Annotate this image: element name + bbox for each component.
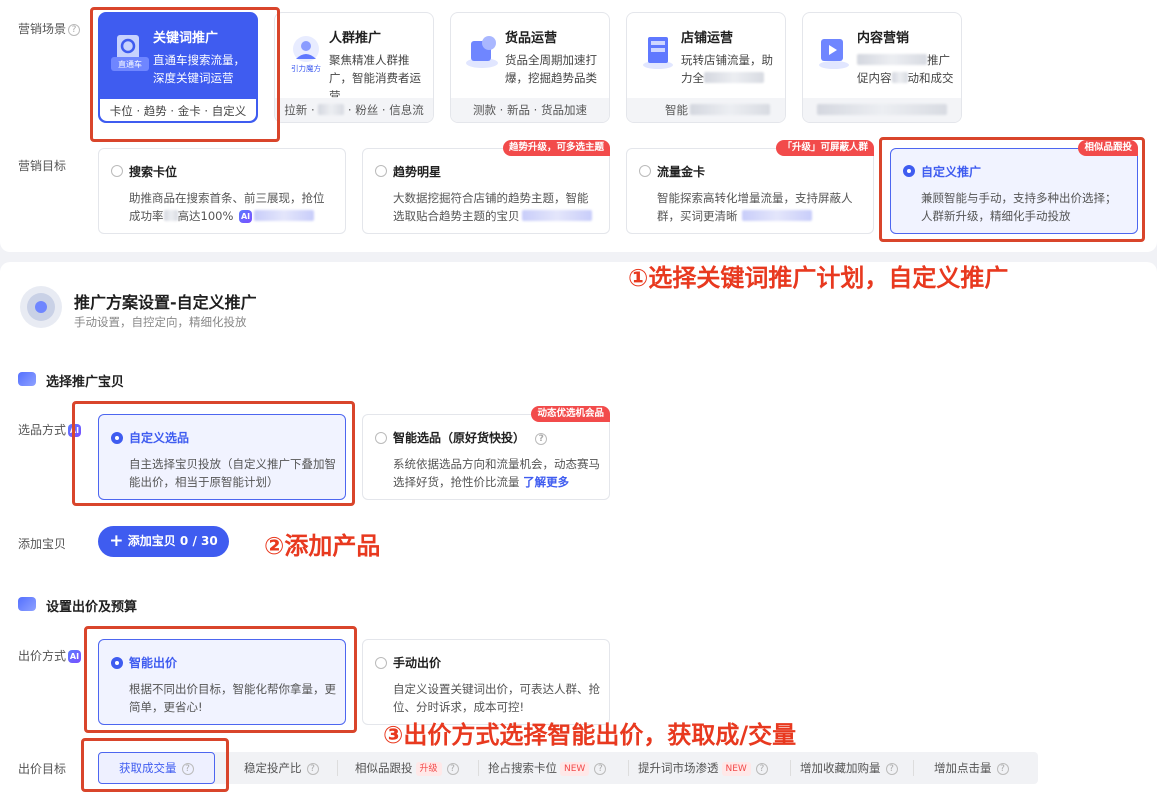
divider bbox=[628, 760, 629, 776]
scene-card-goods[interactable]: 货品运营 货品全周期加速打爆，挖掘趋势品类 测款 · 新品 · 货品加速 bbox=[450, 12, 610, 123]
radio-icon[interactable] bbox=[111, 165, 123, 177]
highlight-smart-bid bbox=[84, 626, 357, 733]
tab-stable-roi[interactable]: 稳定投产比? bbox=[244, 752, 319, 784]
scene-card-content[interactable]: 内容营销 推广 促内容 动和成交 bbox=[802, 12, 962, 123]
plus-icon: + bbox=[109, 531, 124, 551]
divider bbox=[337, 760, 338, 776]
svg-text:引力魔方: 引力魔方 bbox=[291, 63, 321, 73]
help-icon[interactable]: ? bbox=[885, 763, 898, 775]
radio-icon[interactable] bbox=[375, 165, 387, 177]
scene-card-store[interactable]: 店铺运营 玩转店铺流量，助力全 智能 bbox=[626, 12, 786, 123]
store-ops-icon bbox=[637, 31, 679, 73]
option-desc: 自定义设置关键词出价，可表达人群、抢位、分时诉求，成本可控! bbox=[393, 682, 600, 714]
help-icon[interactable]: ? bbox=[446, 763, 459, 775]
help-icon[interactable]: ? bbox=[594, 763, 607, 775]
option-smart-select[interactable]: 动态优选机会品 智能选品（原好货快投） ? 系统依据选品方向和流量机会，动态赛马… bbox=[362, 406, 610, 500]
scene-card-desc: 货品全周期加速打爆，挖掘趋势品类 bbox=[505, 53, 597, 85]
tab-search-slot[interactable]: 抢占搜索卡位 NEW? bbox=[488, 752, 607, 784]
plan-title: 推广方案设置-自定义推广 bbox=[74, 293, 257, 312]
tab-market-penetration[interactable]: 提升词市场渗透 NEW? bbox=[638, 752, 768, 784]
goal-tag: 「升级」可屏蔽人群 bbox=[776, 140, 874, 156]
annotation-1: ①选择关键词推广计划，自定义推广 bbox=[628, 264, 1009, 292]
scene-card-foot: 测款 · 新品 · 货品加速 bbox=[451, 98, 609, 122]
radio-icon[interactable] bbox=[375, 657, 387, 669]
option-title: 手动出价 bbox=[393, 656, 442, 670]
goal-title: 搜索卡位 bbox=[129, 165, 178, 179]
highlight-custom-select bbox=[72, 401, 355, 506]
scene-card-desc: 聚焦精准人群推广，智能消费者运营 bbox=[329, 53, 421, 103]
help-icon[interactable]: ? bbox=[755, 763, 768, 775]
divider bbox=[790, 760, 791, 776]
scene-card-foot: 拉新 · · 粉丝 · 信息流 bbox=[275, 98, 433, 122]
upgrade-tag: 升级 bbox=[415, 762, 442, 776]
learn-more-link[interactable]: 了解更多 bbox=[523, 475, 569, 489]
section-title-select: 选择推广宝贝 bbox=[46, 375, 125, 390]
ai-icon: AI bbox=[239, 210, 253, 223]
option-manual-bid[interactable]: 手动出价 自定义设置关键词出价，可表达人群、抢位、分时诉求，成本可控! bbox=[362, 639, 610, 725]
bid-method-label: 出价方式 AI bbox=[18, 649, 82, 663]
plan-subtitle: 手动设置，自控定向，精细化投放 bbox=[74, 315, 247, 329]
highlight-deal-volume-tab bbox=[81, 738, 229, 792]
help-icon[interactable]: ? bbox=[996, 763, 1009, 775]
radio-icon[interactable] bbox=[375, 432, 387, 444]
scene-card-desc: 推广 促内容 动和成交 bbox=[857, 53, 954, 85]
goal-label: 营销目标 bbox=[18, 159, 67, 173]
plan-icon bbox=[18, 284, 64, 330]
ai-icon: AI bbox=[68, 650, 82, 663]
annotation-2: ②添加产品 bbox=[264, 532, 381, 560]
goal-card-search-slot[interactable]: 搜索卡位 助推商品在搜索首条、前三展现，抢位 成功率 高达100% AI bbox=[98, 148, 346, 234]
option-desc: 系统依据选品方向和流量机会，动态赛马选择好货，抢性价比流量 了解更多 bbox=[393, 457, 600, 489]
goal-title: 趋势明星 bbox=[393, 165, 442, 179]
option-tag: 动态优选机会品 bbox=[531, 406, 610, 422]
scene-card-foot: 智能 bbox=[627, 98, 785, 122]
new-tag: NEW bbox=[721, 762, 751, 776]
goal-title: 流量金卡 bbox=[657, 165, 706, 179]
goal-card-traffic-gold[interactable]: 「升级」可屏蔽人群 流量金卡 智能探索高转化增量流量，支持屏蔽人 群，买词更清晰 bbox=[626, 140, 874, 234]
radio-icon[interactable] bbox=[639, 165, 651, 177]
scene-card-title: 内容营销 bbox=[857, 31, 910, 46]
goods-ops-icon bbox=[461, 31, 503, 73]
section-icon bbox=[18, 597, 36, 611]
goal-desc: 大数据挖掘符合店铺的趋势主题，智能 选取贴合趋势主题的宝贝 bbox=[393, 189, 605, 225]
new-tag: NEW bbox=[560, 762, 590, 776]
scene-card-title: 货品运营 bbox=[505, 31, 558, 46]
content-marketing-icon bbox=[813, 31, 855, 73]
help-icon[interactable]: ? bbox=[68, 24, 81, 36]
highlight-keyword-card bbox=[90, 7, 280, 142]
bid-target-label: 出价目标 bbox=[18, 762, 67, 776]
scene-card-title: 店铺运营 bbox=[681, 31, 734, 46]
scene-card-title: 人群推广 bbox=[329, 31, 382, 46]
scene-card-desc: 玩转店铺流量，助力全 bbox=[681, 53, 773, 85]
option-title: 智能选品（原好货快投） ? bbox=[393, 429, 548, 446]
scene-card-foot bbox=[803, 98, 961, 122]
divider bbox=[478, 760, 479, 776]
annotation-3: ③出价方式选择智能出价，获取成/交量 bbox=[383, 721, 797, 749]
add-product-button[interactable]: + 添加宝贝 0 / 30 bbox=[98, 526, 229, 557]
goal-tag: 趋势升级，可多选主题 bbox=[502, 140, 610, 156]
tab-add-clicks[interactable]: 增加点击量? bbox=[934, 752, 1009, 784]
goal-desc: 智能探索高转化增量流量，支持屏蔽人 群，买词更清晰 bbox=[657, 191, 853, 223]
section-icon bbox=[18, 372, 36, 386]
bid-target-tabs: 获取成交量? 稳定投产比? 相似品跟投 升级? 抢占搜索卡位 NEW? 提升词市场渗… bbox=[98, 752, 1038, 784]
tab-add-cart-fav[interactable]: 增加收藏加购量? bbox=[800, 752, 898, 784]
help-icon[interactable]: ? bbox=[306, 763, 319, 775]
scene-label: 营销场景? bbox=[18, 20, 81, 37]
divider bbox=[913, 760, 914, 776]
add-product-label: 添加宝贝 bbox=[18, 537, 67, 551]
goal-card-trend-star[interactable]: 趋势升级，可多选主题 趋势明星 大数据挖掘符合店铺的趋势主题，智能 选取贴合趋势… bbox=[362, 140, 610, 234]
goal-desc: 助推商品在搜索首条、前三展现，抢位 成功率 高达100% AI bbox=[129, 191, 325, 223]
crowd-promo-icon: 引力魔方 bbox=[285, 31, 327, 73]
section-title-bid: 设置出价及预算 bbox=[46, 600, 138, 615]
highlight-custom-goal bbox=[879, 137, 1145, 242]
help-icon[interactable]: ? bbox=[535, 433, 548, 445]
tab-similar-follow[interactable]: 相似品跟投 升级? bbox=[355, 752, 459, 784]
scene-card-crowd[interactable]: 引力魔方 人群推广 聚焦精准人群推广，智能消费者运营 拉新 · · 粉丝 · 信… bbox=[274, 12, 434, 123]
